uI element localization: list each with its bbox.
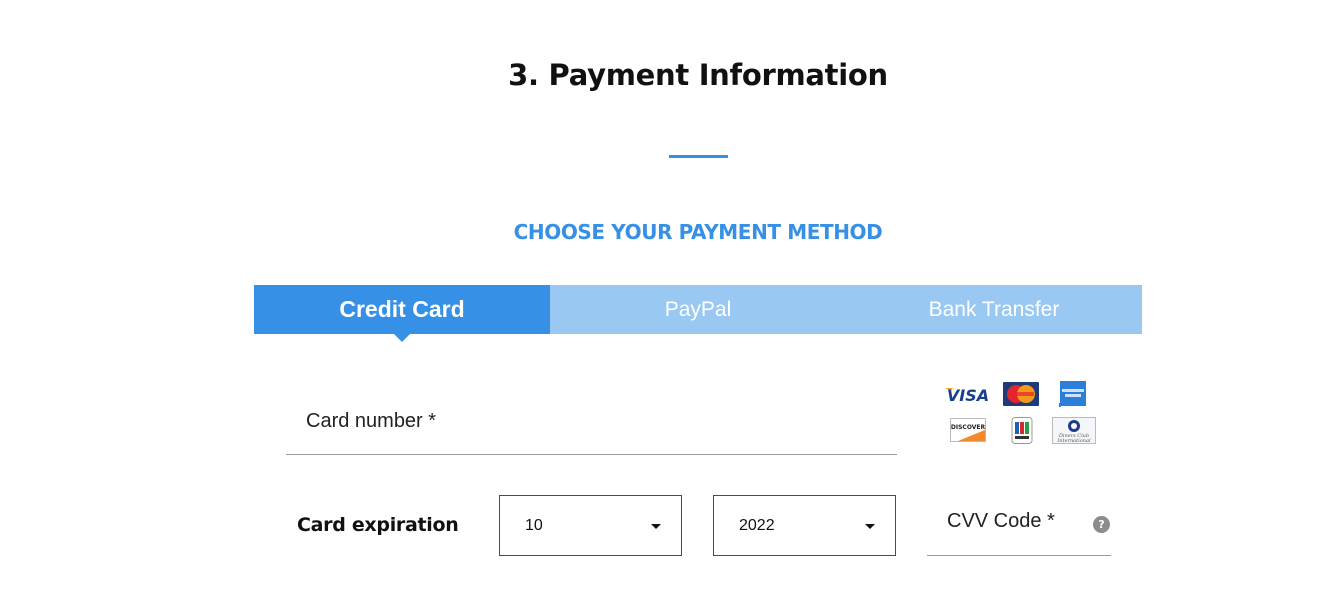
jcb-logo-icon — [1011, 417, 1033, 444]
svg-text:DISCOVER: DISCOVER — [951, 424, 986, 431]
svg-text:International: International — [1056, 438, 1091, 444]
selected-year: 2022 — [739, 517, 775, 534]
tab-credit-card[interactable]: Credit Card — [254, 285, 550, 342]
payment-method-heading: CHOOSE YOUR PAYMENT METHOD — [513, 220, 883, 244]
svg-text:VISA: VISA — [947, 386, 989, 404]
card-number-input[interactable]: Card number * — [286, 395, 897, 455]
tab-label: PayPal — [664, 297, 732, 321]
chevron-down-icon — [865, 524, 875, 529]
accepted-cards: VISA DISCOVER Diners Club International — [940, 380, 1105, 446]
help-icon[interactable]: ? — [1093, 516, 1110, 533]
tab-bank-transfer[interactable]: Bank Transfer — [846, 285, 1142, 334]
card-number-label: Card number * — [306, 410, 437, 432]
diners-club-logo-icon: Diners Club International — [1052, 417, 1096, 444]
cvv-label: CVV Code * — [947, 510, 1055, 532]
expiration-year-select[interactable]: 2022 — [713, 495, 896, 556]
tab-paypal[interactable]: PayPal — [550, 285, 846, 334]
cvv-input[interactable]: CVV Code * ? — [927, 500, 1111, 556]
expiration-month-select[interactable]: 10 — [499, 495, 682, 556]
title-underline-divider — [669, 155, 728, 158]
tab-label: Bank Transfer — [928, 297, 1060, 321]
chevron-down-icon — [651, 524, 661, 529]
visa-logo-icon: VISA — [945, 386, 989, 404]
american-express-logo-icon — [1059, 381, 1086, 407]
payment-information-page: 3. Payment Information CHOOSE YOUR PAYME… — [0, 0, 1344, 600]
discover-logo-icon: DISCOVER — [950, 418, 986, 442]
mastercard-logo-icon — [1003, 382, 1039, 406]
card-expiration-label: Card expiration — [297, 514, 459, 536]
selected-month: 10 — [525, 517, 543, 534]
payment-method-tabs: Credit Card PayPal Bank Transfer — [254, 285, 1142, 342]
page-title: 3. Payment Information — [508, 58, 888, 92]
tab-label: Credit Card — [339, 296, 465, 322]
